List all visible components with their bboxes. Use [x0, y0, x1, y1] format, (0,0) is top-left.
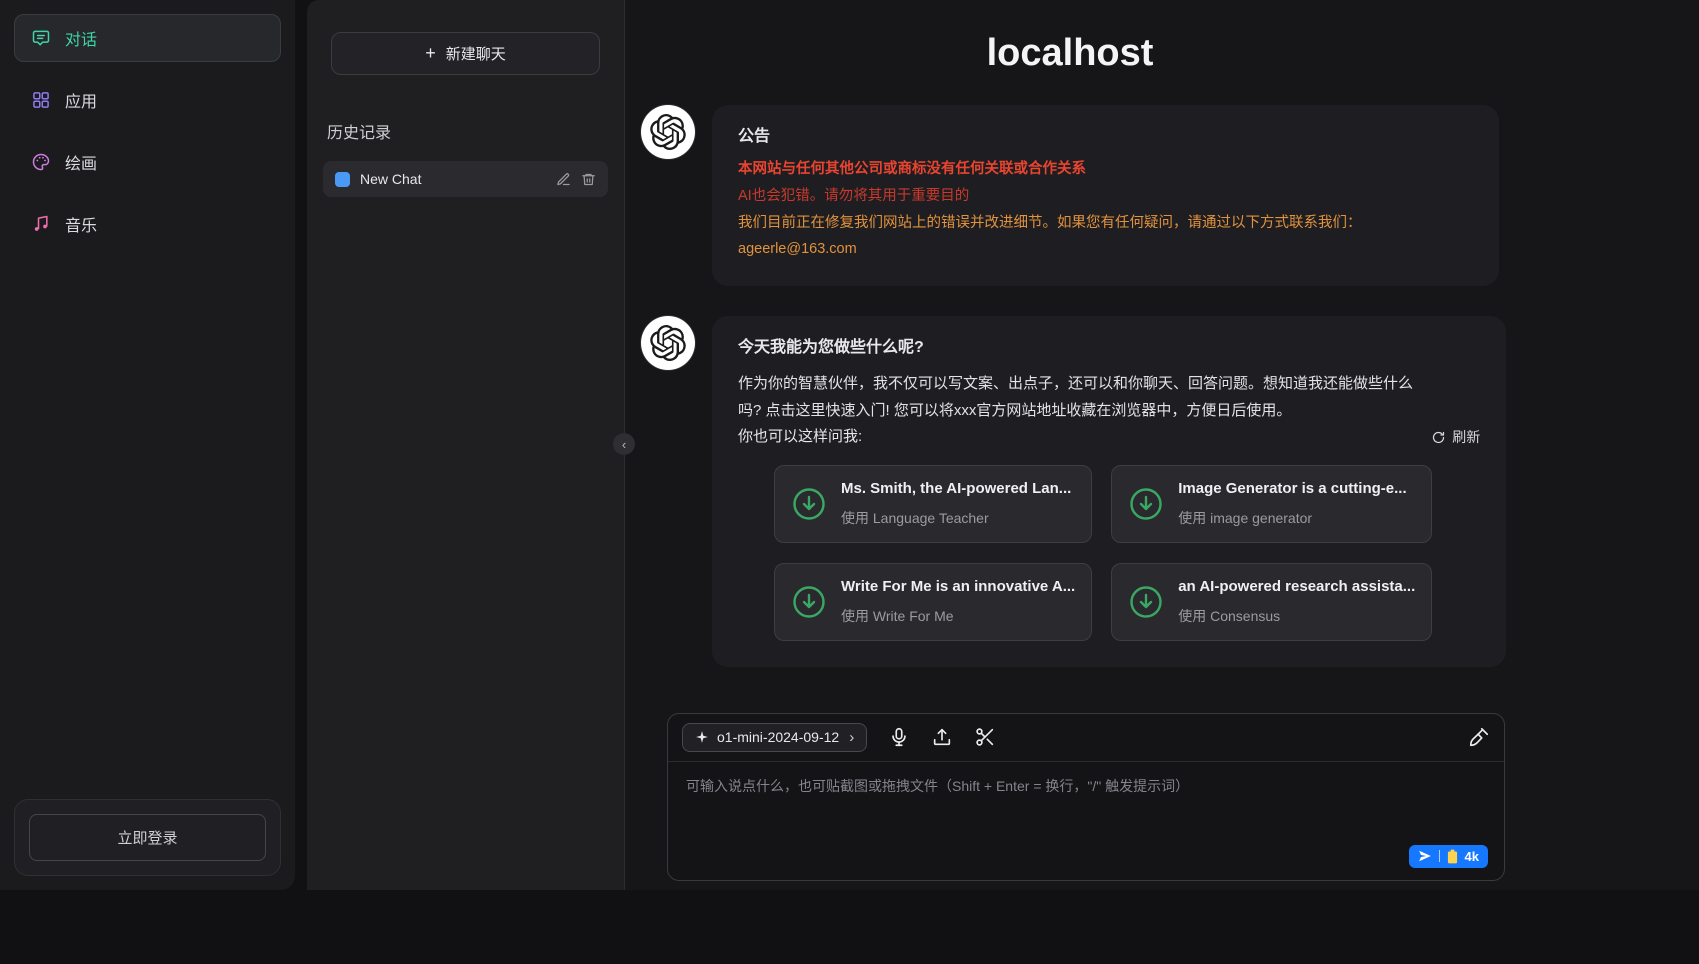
- welcome-title: 今天我能为您做些什么呢?: [738, 336, 1480, 360]
- battery-icon: [1447, 849, 1458, 864]
- openai-logo-icon: [650, 114, 686, 150]
- model-label: o1-mini-2024-09-12: [717, 729, 839, 745]
- login-box: 立即登录: [14, 799, 281, 876]
- chat-list-panel: + 新建聊天 历史记录 New Chat ‹: [295, 0, 625, 890]
- suggestion-card[interactable]: Image Generator is a cutting-e...使用 imag…: [1111, 465, 1432, 543]
- assistant-avatar: [641, 105, 695, 159]
- page-title: localhost: [641, 32, 1499, 75]
- plus-icon: +: [425, 43, 436, 64]
- main-panel: localhost 公告 本网站与任何其他公司或商标没有任何关联或合作关系 AI…: [625, 0, 1699, 890]
- announcement-title: 公告: [738, 125, 1473, 149]
- sidebar-item-label: 绘画: [65, 150, 97, 174]
- sidebar-item-label: 应用: [65, 88, 97, 112]
- sidebar: 对话 应用 绘画 音乐 立即登录: [0, 0, 295, 890]
- token-count: 4k: [1465, 849, 1479, 864]
- history-title: 历史记录: [327, 119, 604, 143]
- chat-input[interactable]: [684, 774, 1488, 836]
- message-welcome: 今天我能为您做些什么呢? 作为你的智慧伙伴，我不仅可以写文案、出点子，还可以和你…: [641, 316, 1499, 667]
- suggestion-card[interactable]: an AI-powered research assista...使用 Cons…: [1111, 563, 1432, 641]
- chat-history-item[interactable]: New Chat: [323, 161, 608, 197]
- sidebar-item-music[interactable]: 音乐: [14, 200, 281, 248]
- announcement-bubble: 公告 本网站与任何其他公司或商标没有任何关联或合作关系 AI也会犯错。请勿将其用…: [712, 105, 1499, 286]
- new-chat-button[interactable]: + 新建聊天: [331, 32, 600, 75]
- chat-bubble-icon: [31, 28, 51, 48]
- refresh-button[interactable]: 刷新: [1431, 427, 1480, 448]
- sidebar-item-apps[interactable]: 应用: [14, 76, 281, 124]
- clean-brush-icon[interactable]: [1468, 726, 1490, 748]
- app-window: 对话 应用 绘画 音乐 立即登录 + 新建聊天 历史记录 N: [0, 0, 1699, 890]
- ask-line: 你也可以这样问我:: [738, 426, 862, 449]
- new-chat-label: 新建聊天: [446, 43, 506, 64]
- scissors-icon[interactable]: [974, 726, 996, 748]
- composer-body: 4k: [668, 762, 1504, 880]
- send-token-badge[interactable]: 4k: [1409, 845, 1488, 868]
- suggestion-card[interactable]: Write For Me is an innovative A...使用 Wri…: [774, 563, 1092, 641]
- chat-item-title: New Chat: [360, 171, 546, 187]
- model-selector[interactable]: o1-mini-2024-09-12 ›: [682, 723, 867, 752]
- circle-arrow-down-icon: [1128, 486, 1164, 522]
- contact-email-link[interactable]: ageerle@163.com: [738, 239, 1473, 261]
- apps-grid-icon: [31, 90, 51, 110]
- sidebar-item-label: 对话: [65, 26, 97, 50]
- announcement-line-1: 本网站与任何其他公司或商标没有任何关联或合作关系: [738, 159, 1473, 181]
- suggestions-grid: Ms. Smith, the AI-powered Lan...使用 Langu…: [774, 465, 1432, 641]
- welcome-bubble: 今天我能为您做些什么呢? 作为你的智慧伙伴，我不仅可以写文案、出点子，还可以和你…: [712, 316, 1506, 667]
- send-icon: [1418, 849, 1432, 863]
- microphone-icon[interactable]: [888, 726, 910, 748]
- palette-icon: [31, 152, 51, 172]
- openai-logo-icon: [650, 325, 686, 361]
- sidebar-item-chat[interactable]: 对话: [14, 14, 281, 62]
- composer-toolbar: o1-mini-2024-09-12 ›: [668, 714, 1504, 762]
- edit-icon[interactable]: [556, 172, 571, 187]
- circle-arrow-down-icon: [791, 486, 827, 522]
- badge-divider: [1439, 850, 1440, 862]
- sidebar-item-paint[interactable]: 绘画: [14, 138, 281, 186]
- composer: o1-mini-2024-09-12 › 4k: [667, 713, 1505, 881]
- sparkle-icon: [695, 730, 709, 744]
- announcement-line-3: 我们目前正在修复我们网站上的错误并改进细节。如果您有任何疑问，请通过以下方式联系…: [738, 213, 1473, 235]
- sidebar-item-label: 音乐: [65, 212, 97, 236]
- delete-icon[interactable]: [581, 172, 596, 187]
- collapse-sidebar-button[interactable]: ‹: [613, 433, 635, 455]
- chevron-right-icon: ›: [849, 729, 854, 746]
- assistant-avatar: [641, 316, 695, 370]
- suggestion-card[interactable]: Ms. Smith, the AI-powered Lan...使用 Langu…: [774, 465, 1092, 543]
- upload-icon[interactable]: [931, 726, 953, 748]
- sidebar-spacer: [14, 262, 281, 799]
- welcome-body: 作为你的智慧伙伴，我不仅可以写文案、出点子，还可以和你聊天、回答问题。想知道我还…: [738, 370, 1418, 424]
- login-button[interactable]: 立即登录: [29, 814, 266, 861]
- message-announcement: 公告 本网站与任何其他公司或商标没有任何关联或合作关系 AI也会犯错。请勿将其用…: [641, 105, 1499, 286]
- refresh-icon: [1431, 430, 1446, 445]
- announcement-line-2: AI也会犯错。请勿将其用于重要目的: [738, 186, 1473, 208]
- music-note-icon: [31, 214, 51, 234]
- circle-arrow-down-icon: [791, 584, 827, 620]
- chat-color-swatch: [335, 172, 350, 187]
- chat-column: localhost 公告 本网站与任何其他公司或商标没有任何关联或合作关系 AI…: [625, 0, 1699, 697]
- circle-arrow-down-icon: [1128, 584, 1164, 620]
